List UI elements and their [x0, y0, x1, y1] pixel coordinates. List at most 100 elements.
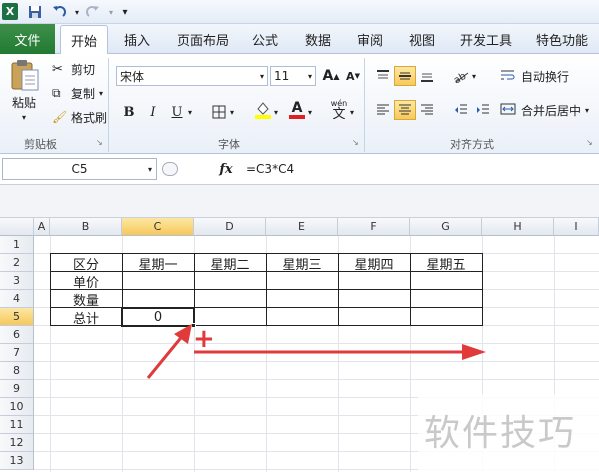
group-separator: [108, 58, 109, 152]
scissors-icon: ✂: [52, 61, 63, 77]
font-color-dropdown-icon[interactable]: ▾: [308, 108, 312, 117]
tab-insert[interactable]: 插入: [124, 28, 150, 50]
borders-icon[interactable]: [208, 102, 230, 122]
phonetic-button[interactable]: wén 文: [328, 99, 350, 122]
column-header[interactable]: G: [410, 218, 482, 236]
tab-view[interactable]: 视图: [409, 28, 435, 50]
column-header[interactable]: D: [194, 218, 266, 236]
column-header[interactable]: H: [482, 218, 554, 236]
shrink-font-button[interactable]: A ▼: [342, 66, 364, 86]
align-center-icon[interactable]: [394, 100, 416, 120]
customize-toolbar-icon[interactable]: ▾: [116, 3, 134, 21]
underline-dropdown-icon[interactable]: ▾: [188, 108, 192, 117]
row-header[interactable]: 7: [0, 344, 34, 362]
fill-color-dropdown-icon[interactable]: ▾: [274, 108, 278, 117]
align-middle-icon[interactable]: [394, 66, 416, 86]
decrease-indent-icon[interactable]: [450, 100, 472, 120]
insert-function-button[interactable]: fx: [215, 158, 237, 180]
font-color-button[interactable]: A: [286, 100, 308, 120]
name-box[interactable]: C5 ▾: [2, 158, 157, 180]
align-left-icon[interactable]: [372, 100, 394, 120]
row-header[interactable]: 6: [0, 326, 34, 344]
formula-content[interactable]: =C3*C4: [246, 158, 294, 180]
bold-button[interactable]: B: [118, 102, 140, 122]
column-header-selected[interactable]: C: [122, 218, 194, 236]
select-all-corner[interactable]: [0, 218, 34, 236]
column-header[interactable]: I: [554, 218, 599, 236]
column-header[interactable]: A: [34, 218, 50, 236]
column-header[interactable]: B: [50, 218, 122, 236]
row-header-selected[interactable]: 5: [0, 308, 34, 326]
underline-button[interactable]: U: [166, 102, 188, 122]
cell-b5[interactable]: 总计: [50, 308, 122, 327]
phonetic-dropdown-icon[interactable]: ▾: [350, 108, 354, 117]
row-header[interactable]: 11: [0, 416, 34, 434]
row-header[interactable]: 3: [0, 272, 34, 290]
plus-cursor-annotation: +: [193, 324, 215, 354]
paste-button[interactable]: 粘贴: [6, 94, 42, 110]
cell-b2[interactable]: 区分: [50, 254, 122, 273]
cell-b4[interactable]: 数量: [50, 290, 122, 309]
alignment-launcher-icon[interactable]: ↘: [586, 138, 593, 147]
column-header[interactable]: F: [338, 218, 410, 236]
cell-e2[interactable]: 星期三: [266, 254, 338, 273]
cell-g2[interactable]: 星期五: [410, 254, 482, 273]
tab-formulas[interactable]: 公式: [252, 28, 278, 50]
column-header[interactable]: E: [266, 218, 338, 236]
tab-special-features[interactable]: 特色功能: [536, 28, 588, 50]
copy-icon: ⧉: [52, 85, 61, 100]
phonetic-icon: 文: [332, 107, 346, 122]
paste-icon[interactable]: [8, 58, 42, 92]
excel-app-icon[interactable]: X: [2, 3, 18, 20]
font-launcher-icon[interactable]: ↘: [352, 138, 359, 147]
undo-icon[interactable]: [50, 3, 68, 21]
fill-color-icon[interactable]: [252, 100, 274, 120]
wrap-text-button[interactable]: 自动换行: [500, 66, 569, 86]
cell-b3[interactable]: 单价: [50, 272, 122, 291]
tab-developer[interactable]: 开发工具: [460, 28, 512, 50]
increase-indent-icon[interactable]: [472, 100, 494, 120]
cut-button[interactable]: ✂ 剪切: [52, 60, 95, 78]
row-header[interactable]: 13: [0, 452, 34, 470]
italic-button[interactable]: I: [142, 102, 164, 122]
copy-button[interactable]: ⧉ 复制 ▾: [52, 84, 103, 102]
format-painter-icon: 🖌: [52, 110, 68, 124]
format-painter-button[interactable]: 🖌 格式刷: [52, 108, 107, 126]
font-size-combo[interactable]: 11 ▾: [270, 66, 316, 86]
redo-icon[interactable]: [84, 3, 102, 21]
merge-center-button[interactable]: 合并后居中 ▾: [500, 100, 589, 120]
orientation-icon[interactable]: ab: [450, 66, 472, 86]
cell-d2[interactable]: 星期二: [194, 254, 266, 273]
row-header[interactable]: 4: [0, 290, 34, 308]
grow-font-button[interactable]: A ▲: [320, 66, 342, 86]
font-color-swatch: [289, 115, 305, 119]
orientation-dropdown-icon[interactable]: ▾: [472, 72, 476, 81]
copy-label: 复制: [71, 86, 96, 101]
align-top-icon[interactable]: [372, 66, 394, 86]
formula-bar-splitter[interactable]: [162, 162, 178, 176]
tab-review[interactable]: 审阅: [357, 28, 383, 50]
tab-data[interactable]: 数据: [305, 28, 331, 50]
clipboard-launcher-icon[interactable]: ↘: [96, 138, 103, 147]
save-icon[interactable]: [26, 3, 44, 21]
align-right-icon[interactable]: [416, 100, 438, 120]
row-header[interactable]: 1: [0, 236, 34, 254]
row-header[interactable]: 8: [0, 362, 34, 380]
align-bottom-icon[interactable]: [416, 66, 438, 86]
svg-text:ab: ab: [452, 71, 468, 83]
chevron-down-icon: ▾: [259, 71, 264, 81]
row-header[interactable]: 12: [0, 434, 34, 452]
paste-dropdown-icon[interactable]: ▾: [17, 112, 31, 122]
borders-dropdown-icon[interactable]: ▾: [230, 108, 234, 117]
font-group-label: 字体: [218, 138, 240, 151]
row-header[interactable]: 9: [0, 380, 34, 398]
row-header[interactable]: 2: [0, 254, 34, 272]
tab-file[interactable]: 文件: [0, 24, 55, 54]
tab-page-layout[interactable]: 页面布局: [177, 28, 229, 50]
cell-c2[interactable]: 星期一: [122, 254, 194, 273]
cell-f2[interactable]: 星期四: [338, 254, 410, 273]
tab-home[interactable]: 开始: [60, 25, 108, 55]
font-name-combo[interactable]: 宋体 ▾: [116, 66, 268, 86]
chevron-down-icon: ▾: [307, 71, 312, 81]
row-header[interactable]: 10: [0, 398, 34, 416]
